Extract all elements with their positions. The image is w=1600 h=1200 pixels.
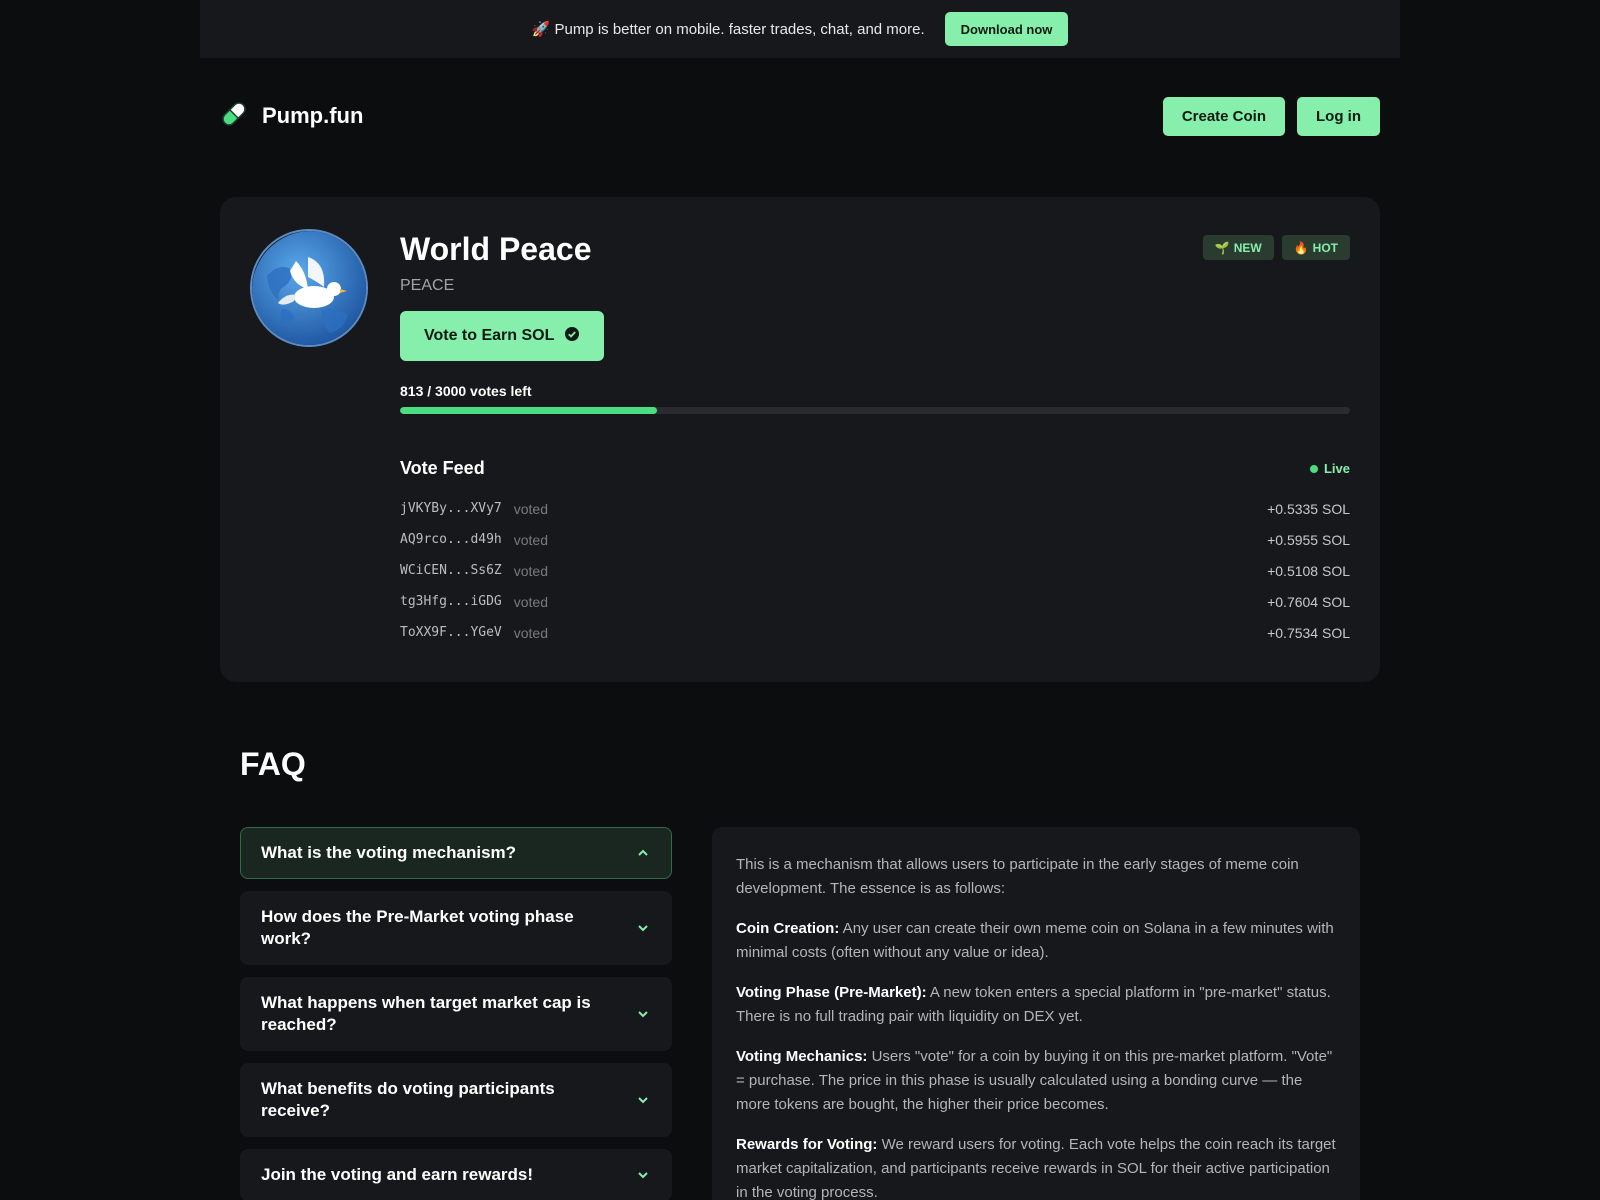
feed-amount: +0.5955 SOL [1267, 531, 1350, 548]
faq-question: Join the voting and earn rewards! [261, 1165, 534, 1184]
feed-action: voted [513, 500, 548, 517]
feed-row: AQ9rco...d49h voted +0.5955 SOL [400, 524, 1350, 555]
faq-item-benefits[interactable]: What benefits do voting participants rec… [240, 1063, 672, 1137]
badge-hot: 🔥 HOT [1281, 235, 1350, 260]
feed-amount: +0.5335 SOL [1267, 500, 1350, 517]
live-dot-icon [1309, 464, 1318, 473]
voter-address[interactable]: jVKYBy...XVy7 [400, 501, 502, 517]
faq-item-voting-mechanism[interactable]: What is the voting mechanism? [240, 827, 672, 879]
header-actions: Create Coin Log in [1162, 96, 1380, 136]
feed-row: ToXX9F...YGeV voted +0.7534 SOL [400, 617, 1350, 648]
faq-answer-panel: This is a mechanism that allows users to… [712, 827, 1360, 1200]
feed-action: voted [513, 593, 548, 610]
mobile-banner: 🚀 Pump is better on mobile. faster trade… [200, 0, 1400, 58]
voter-address[interactable]: tg3Hfg...iGDG [400, 594, 502, 610]
faq-item-pre-market[interactable]: How does the Pre-Market voting phase wor… [240, 891, 672, 965]
logo-text: Pump.fun [262, 103, 364, 128]
create-coin-button[interactable]: Create Coin [1162, 96, 1285, 136]
faq-item-target-market-cap[interactable]: What happens when target market cap is r… [240, 977, 672, 1051]
feed-row: tg3Hfg...iGDG voted +0.7604 SOL [400, 586, 1350, 617]
feed-action: voted [513, 624, 548, 641]
answer-point: Rewards for Voting: We reward users for … [736, 1133, 1336, 1200]
vote-to-earn-button[interactable]: Vote to Earn SOL [400, 311, 605, 361]
faq-question: What is the voting mechanism? [261, 843, 517, 862]
faq-list: What is the voting mechanism? How does t… [240, 827, 672, 1200]
chevron-down-icon [638, 1172, 648, 1179]
chevron-up-icon [638, 849, 648, 856]
voter-address[interactable]: AQ9rco...d49h [400, 532, 502, 548]
chevron-down-icon [638, 925, 648, 932]
chevron-down-icon [638, 1097, 648, 1104]
coin-avatar [250, 229, 368, 347]
feed-amount: +0.5108 SOL [1267, 562, 1350, 579]
faq-item-join-voting[interactable]: Join the voting and earn rewards! [240, 1149, 672, 1200]
site-header: Pump.fun Create Coin Log in [218, 96, 1380, 136]
answer-point-label: Voting Mechanics: [736, 1048, 868, 1065]
answer-point: Coin Creation: Any user can create their… [736, 917, 1336, 965]
live-indicator: Live [1309, 461, 1350, 476]
globe-dove-icon [252, 231, 366, 345]
feed-action: voted [513, 531, 548, 548]
seedling-icon: 🌱 [1214, 240, 1230, 255]
answer-intro: This is a mechanism that allows users to… [736, 856, 1299, 897]
answer-point: Voting Phase (Pre-Market): A new token e… [736, 981, 1336, 1029]
voter-address[interactable]: WCiCEN...Ss6Z [400, 563, 502, 579]
coin-info: World Peace PEACE Vote to Earn SOL 🌱 NEW… [400, 229, 1350, 648]
answer-point-label: Coin Creation: [736, 920, 840, 937]
check-circle-icon [564, 326, 580, 347]
answer-point-label: Voting Phase (Pre-Market): [736, 984, 927, 1001]
login-button[interactable]: Log in [1297, 96, 1380, 136]
feed-row: WCiCEN...Ss6Z voted +0.5108 SOL [400, 555, 1350, 586]
fire-icon: 🔥 [1293, 240, 1309, 255]
live-label: Live [1323, 461, 1350, 476]
faq-question: How does the Pre-Market voting phase wor… [261, 907, 574, 948]
coin-card: World Peace PEACE Vote to Earn SOL 🌱 NEW… [220, 197, 1380, 682]
download-now-button[interactable]: Download now [944, 12, 1069, 46]
votes-left-text: 813 / 3000 votes left [400, 383, 532, 399]
votes-progress-fill [400, 407, 658, 414]
coin-ticker: PEACE [400, 277, 455, 294]
answer-point: Voting Mechanics: Users "vote" for a coi… [736, 1045, 1336, 1117]
feed-amount: +0.7534 SOL [1267, 624, 1350, 641]
badge-new-label: NEW [1233, 240, 1262, 255]
voter-address[interactable]: ToXX9F...YGeV [400, 625, 502, 641]
vote-button-label: Vote to Earn SOL [424, 327, 555, 344]
faq-title: FAQ [240, 746, 306, 782]
feed-action: voted [513, 562, 548, 579]
banner-text: 🚀 Pump is better on mobile. faster trade… [531, 21, 925, 38]
votes-progress-bar [400, 407, 1350, 414]
feed-amount: +0.7604 SOL [1267, 593, 1350, 610]
logo[interactable]: Pump.fun [218, 98, 363, 135]
faq-question: What benefits do voting participants rec… [261, 1079, 555, 1120]
faq-question: What happens when target market cap is r… [261, 993, 591, 1034]
feed-row: jVKYBy...XVy7 voted +0.5335 SOL [400, 493, 1350, 524]
chevron-down-icon [638, 1011, 648, 1018]
coin-badges: 🌱 NEW 🔥 HOT [1202, 235, 1350, 260]
badge-new: 🌱 NEW [1202, 235, 1274, 260]
badge-hot-label: HOT [1312, 240, 1338, 255]
vote-feed-title: Vote Feed [400, 458, 485, 478]
answer-point-label: Rewards for Voting: [736, 1136, 878, 1153]
vote-feed-list: jVKYBy...XVy7 voted +0.5335 SOL AQ9rco...… [400, 493, 1350, 648]
pill-logo-icon [218, 98, 250, 135]
vote-feed-header: Vote Feed Live [400, 458, 1350, 479]
